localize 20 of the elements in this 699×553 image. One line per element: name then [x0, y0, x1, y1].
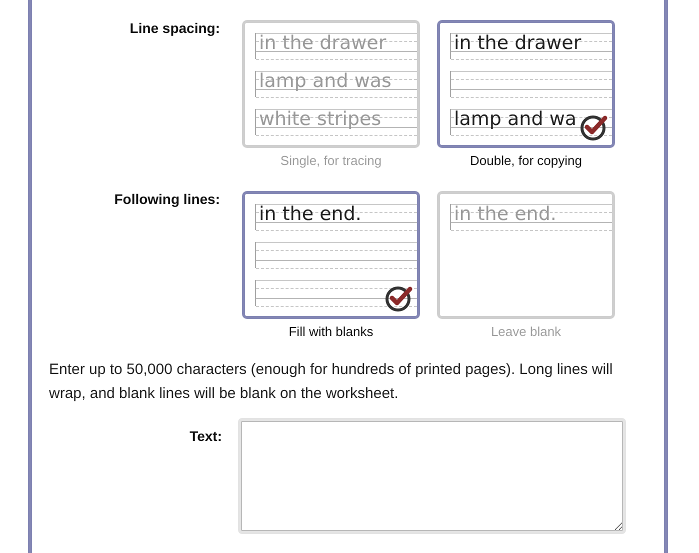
sample-text: in the drawer [258, 33, 386, 53]
option-caption: Fill with blanks [288, 324, 374, 340]
checkmark-icon [580, 113, 608, 141]
checkmark-icon [385, 284, 413, 312]
intro-paragraph: Enter up to 50,000 characters (enough for hundreds of printed pages). Long lines will wrap, and blank lines will be blank on the worksheet. [49, 360, 614, 404]
field-label: Line spacing: [130, 20, 220, 38]
sample-text: lamp and was [258, 71, 392, 91]
field-label: Text: [190, 428, 222, 446]
option-caption: Leave blank [490, 324, 562, 340]
option-tile[interactable]: in the drawer lamp and wa [437, 20, 615, 148]
sample-text: in the drawer [453, 33, 582, 53]
field-label: Following lines: [114, 191, 220, 209]
sample-text: in the end. [258, 204, 362, 224]
sample-text: in the end. [453, 204, 556, 224]
sample-text: lamp and wa [453, 109, 576, 129]
text-field[interactable] [238, 418, 626, 534]
sample-text: white stripes [258, 109, 382, 129]
option-tile[interactable]: in the end. [242, 191, 420, 319]
option-caption: Single, for tracing [280, 153, 382, 169]
option-caption: Double, for copying [470, 153, 582, 169]
